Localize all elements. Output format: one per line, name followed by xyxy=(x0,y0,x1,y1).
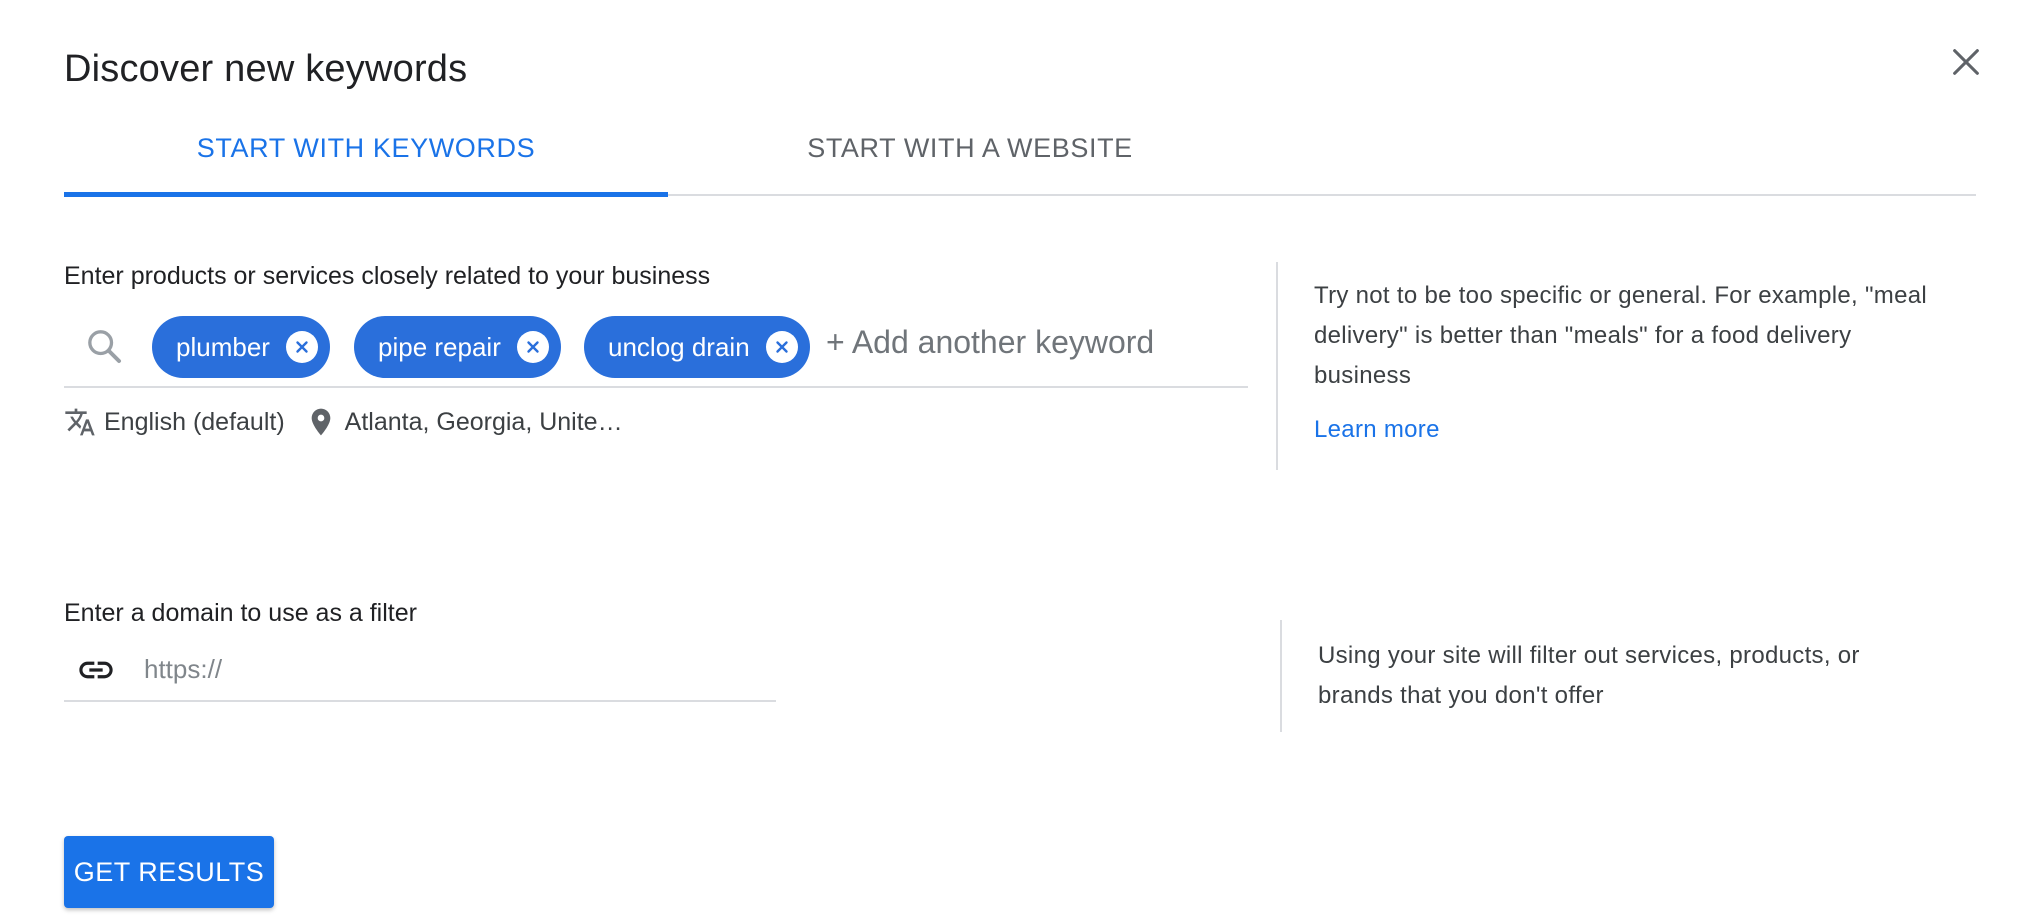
search-icon xyxy=(88,330,121,363)
active-tab-indicator xyxy=(64,192,668,197)
chip-label: pipe repair xyxy=(378,331,501,362)
location-label: Atlanta, Georgia, Unite… xyxy=(344,407,623,436)
location-pin-icon xyxy=(311,408,330,436)
tab-bar: START WITH KEYWORDS START WITH A WEBSITE xyxy=(64,100,1976,197)
targeting-row: English (default) Atlanta, Georgia, Unit… xyxy=(64,404,623,440)
remove-chip-icon[interactable] xyxy=(765,331,798,363)
location-selector[interactable]: Atlanta, Georgia, Unite… xyxy=(305,406,623,438)
close-icon xyxy=(1953,49,1979,75)
domain-help-text: Using your site will filter out services… xyxy=(1318,642,1860,709)
tab-start-with-keywords[interactable]: START WITH KEYWORDS xyxy=(64,100,668,196)
chip-label: plumber xyxy=(176,331,270,362)
keywords-help-text: Try not to be too specific or general. F… xyxy=(1314,282,1927,389)
translate-icon xyxy=(65,408,95,436)
language-selector[interactable]: English (default) xyxy=(64,406,285,438)
close-button[interactable] xyxy=(1944,40,1988,84)
learn-more-link[interactable]: Learn more xyxy=(1314,416,1440,444)
dialog-title: Discover new keywords xyxy=(64,48,468,90)
domain-input[interactable] xyxy=(144,648,744,690)
link-icon xyxy=(79,661,113,679)
keywords-label: Enter products or services closely relat… xyxy=(64,262,711,290)
tab-start-with-website[interactable]: START WITH A WEBSITE xyxy=(668,100,1272,196)
remove-chip-icon[interactable] xyxy=(516,331,549,363)
add-keyword-input[interactable]: + Add another keyword xyxy=(826,324,1154,361)
chip-label: unclog drain xyxy=(608,331,750,362)
keyword-chip[interactable]: unclog drain xyxy=(584,316,810,378)
language-label: English (default) xyxy=(104,407,285,436)
domain-label: Enter a domain to use as a filter xyxy=(64,599,417,627)
get-results-button[interactable]: GET RESULTS xyxy=(64,836,274,908)
keyword-chip[interactable]: pipe repair xyxy=(354,316,561,378)
domain-field-row xyxy=(64,640,776,702)
remove-chip-icon[interactable] xyxy=(285,331,318,363)
keyword-chip[interactable]: plumber xyxy=(152,316,330,378)
keyword-input-row[interactable]: plumber pipe repair unclog drain + Add a… xyxy=(64,310,1248,388)
divider xyxy=(1276,262,1278,470)
divider xyxy=(1280,620,1282,732)
